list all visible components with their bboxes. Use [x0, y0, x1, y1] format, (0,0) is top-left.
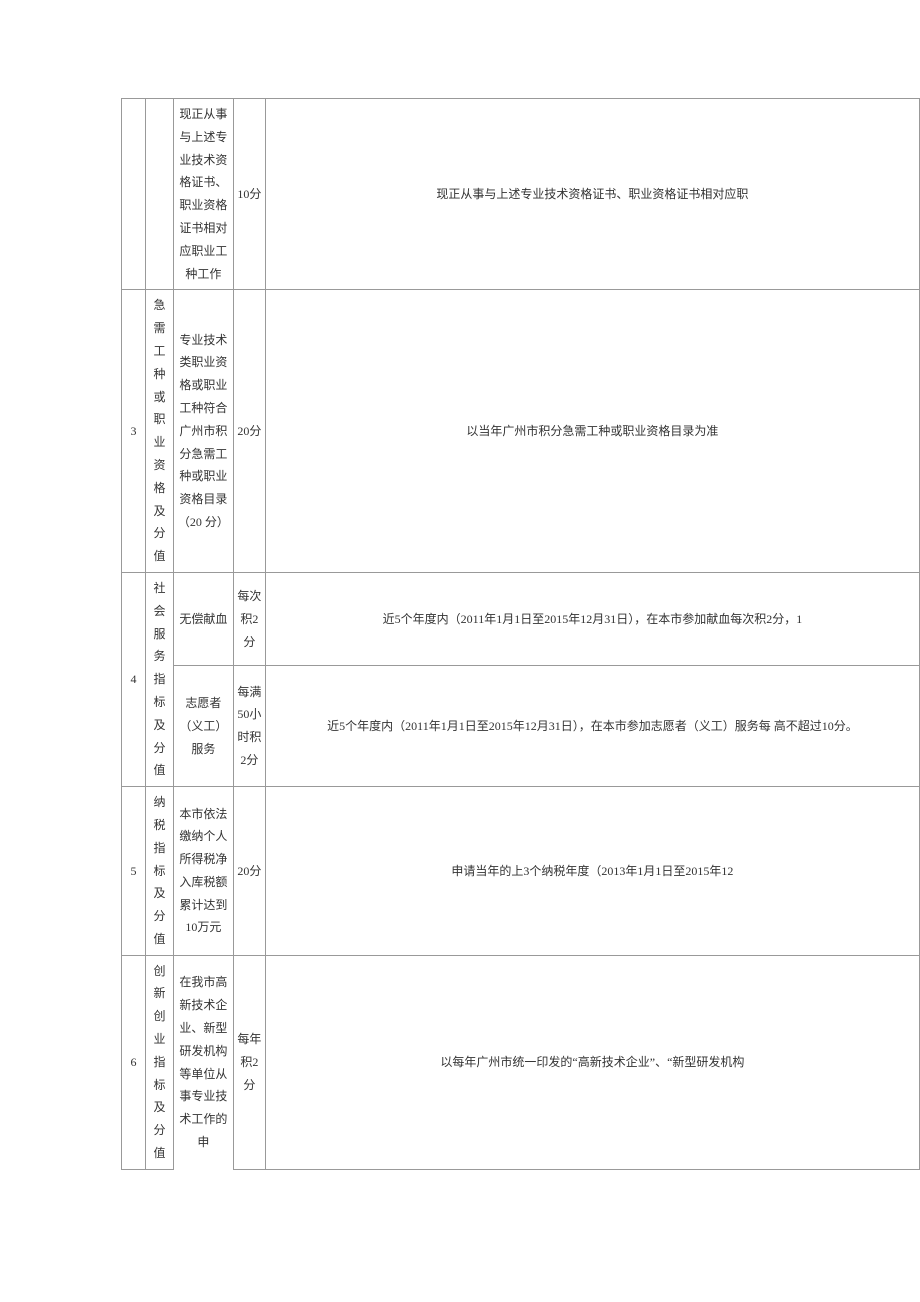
cell-item: 在我市高新技术企业、新型研发机构等单位从事专业技术工作的申 [173, 955, 233, 1169]
cell-category-empty [145, 99, 173, 290]
cell-desc: 以当年广州市积分急需工种或职业资格目录为准 [265, 290, 919, 573]
cell-item: 专业技术类职业资格或职业工种符合广州市积分急需工种或职业资格目录（20 分） [173, 290, 233, 573]
cell-score: 10分 [233, 99, 265, 290]
cell-num-empty [122, 99, 146, 290]
table-row: 4 社会服务指标及分值 无偿献血 每次积2分 近5个年度内（2011年1月1日至… [122, 572, 920, 665]
cell-item: 无偿献血 [173, 572, 233, 665]
cell-item: 志愿者（义工）服务 [173, 666, 233, 787]
cell-desc: 近5个年度内（2011年1月1日至2015年12月31日），在本市参加献血每次积… [265, 572, 919, 665]
cell-category: 纳税指标及分值 [145, 787, 173, 956]
table-row: 现正从事与上述专业技术资格证书、职业资格证书相对应职业工种工作 10分 现正从事… [122, 99, 920, 290]
cell-category: 创新创业指标及分值 [145, 955, 173, 1169]
cell-desc: 近5个年度内（2011年1月1日至2015年12月31日），在本市参加志愿者（义… [265, 666, 919, 787]
document-table-container: 现正从事与上述专业技术资格证书、职业资格证书相对应职业工种工作 10分 现正从事… [121, 98, 920, 1170]
cell-num: 6 [122, 955, 146, 1169]
cell-num: 3 [122, 290, 146, 573]
cell-item: 本市依法缴纳个人所得税净入库税额累计达到10万元 [173, 787, 233, 956]
cell-category: 社会服务指标及分值 [145, 572, 173, 786]
cell-desc: 现正从事与上述专业技术资格证书、职业资格证书相对应职 [265, 99, 919, 290]
cell-num: 5 [122, 787, 146, 956]
table-row: 3 急需工种或职业资格及分值 专业技术类职业资格或职业工种符合广州市积分急需工种… [122, 290, 920, 573]
cell-score: 每次积2分 [233, 572, 265, 665]
cell-desc: 以每年广州市统一印发的“高新技术企业”、“新型研发机构 [265, 955, 919, 1169]
table-row: 5 纳税指标及分值 本市依法缴纳个人所得税净入库税额累计达到10万元 20分 申… [122, 787, 920, 956]
cell-score: 每满50小时积2分 [233, 666, 265, 787]
cell-category: 急需工种或职业资格及分值 [145, 290, 173, 573]
scoring-table: 现正从事与上述专业技术资格证书、职业资格证书相对应职业工种工作 10分 现正从事… [121, 98, 920, 1170]
table-row: 志愿者（义工）服务 每满50小时积2分 近5个年度内（2011年1月1日至201… [122, 666, 920, 787]
cell-desc: 申请当年的上3个纳税年度（2013年1月1日至2015年12 [265, 787, 919, 956]
cell-score: 每年积2分 [233, 955, 265, 1169]
cell-num: 4 [122, 572, 146, 786]
cell-score: 20分 [233, 787, 265, 956]
cell-item: 现正从事与上述专业技术资格证书、职业资格证书相对应职业工种工作 [173, 99, 233, 290]
table-row: 6 创新创业指标及分值 在我市高新技术企业、新型研发机构等单位从事专业技术工作的… [122, 955, 920, 1169]
cell-score: 20分 [233, 290, 265, 573]
